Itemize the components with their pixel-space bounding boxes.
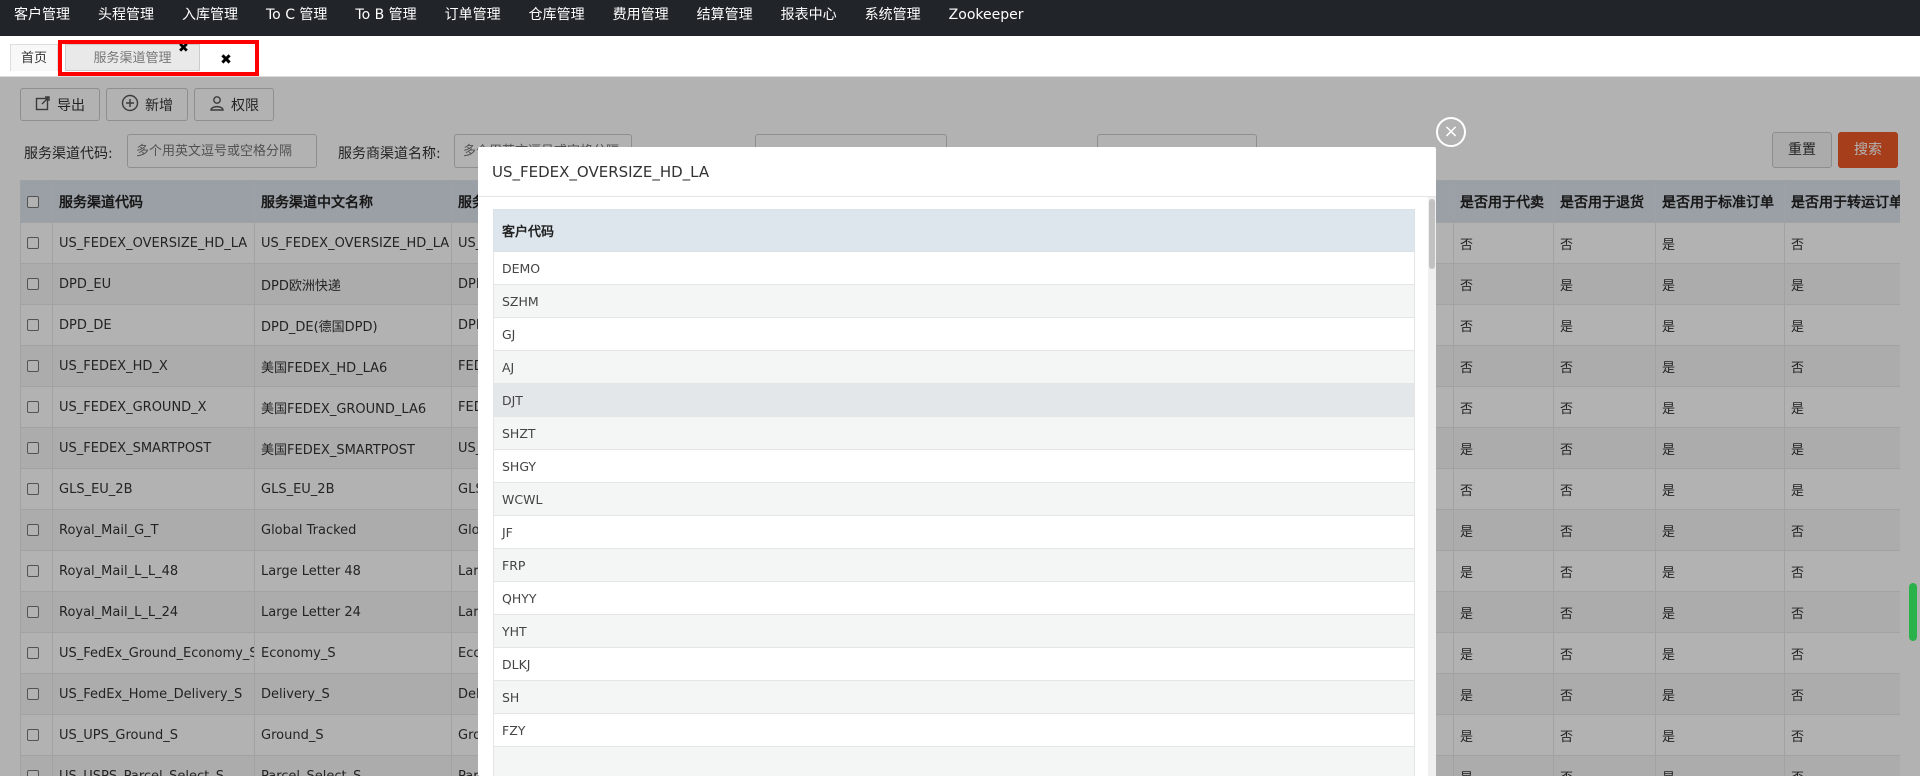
customer-code-cell: FRP <box>493 548 1415 582</box>
top-nav: 客户管理 头程管理 入库管理 To C 管理 To B 管理 订单管理 仓库管理 费用管理 结算… <box>0 0 1920 36</box>
customer-row[interactable]: GJ <box>493 317 1415 351</box>
customer-code-cell: QHYY <box>493 581 1415 615</box>
customer-row[interactable]: SZHM <box>493 284 1415 318</box>
nav-item[interactable]: 结算管理 <box>683 0 767 36</box>
customer-code-cell: SZHM <box>493 284 1415 318</box>
customer-row[interactable]: DJT <box>493 383 1415 417</box>
nav-item[interactable]: 订单管理 <box>431 0 515 36</box>
customer-row[interactable]: QHYY <box>493 581 1415 615</box>
customer-table: 客户代码 DEMO SZHM GJ AJ DJT SHZT SHGY WCWL JF FRP QHY… <box>493 209 1415 776</box>
nav-item[interactable]: Zookeeper <box>935 0 1038 36</box>
close-all-tabs-icon[interactable]: ✖ <box>208 48 244 72</box>
customer-row[interactable]: SHZT <box>493 416 1415 450</box>
customer-row[interactable]: YHT <box>493 614 1415 648</box>
customer-code-cell: JF <box>493 515 1415 549</box>
customer-code-cell: WCWL <box>493 482 1415 516</box>
customer-code-cell: DLKJ <box>493 647 1415 681</box>
customer-code-cell: AJ <box>493 350 1415 384</box>
tab-home[interactable]: 首页 <box>10 44 59 71</box>
customer-code-cell: SH <box>493 680 1415 714</box>
customer-row[interactable]: FZY <box>493 713 1415 747</box>
customer-code-cell: YHT <box>493 614 1415 648</box>
nav-item[interactable]: 费用管理 <box>599 0 683 36</box>
nav-item[interactable]: To C 管理 <box>252 0 341 36</box>
modal-table-wrap: 客户代码 DEMO SZHM GJ AJ DJT SHZT SHGY WCWL JF FRP QHY… <box>493 209 1415 776</box>
modal-title: US_FEDEX_OVERSIZE_HD_LA <box>478 147 1436 197</box>
modal-scrollbar[interactable] <box>1428 197 1436 776</box>
modal-scroll-thumb[interactable] <box>1429 199 1435 269</box>
customer-code-cell: DEMO <box>493 251 1415 285</box>
customer-row[interactable]: SH <box>493 680 1415 714</box>
customer-code-cell: FZY <box>493 713 1415 747</box>
customer-row[interactable]: DEMO <box>493 251 1415 285</box>
customer-row[interactable]: WCWL <box>493 482 1415 516</box>
customer-code-cell <box>493 746 1415 776</box>
customer-code-cell: SHGY <box>493 449 1415 483</box>
customer-row[interactable]: FRP <box>493 548 1415 582</box>
nav-item[interactable]: 入库管理 <box>168 0 252 36</box>
nav-item[interactable]: 头程管理 <box>84 0 168 36</box>
customer-code-cell: GJ <box>493 317 1415 351</box>
customer-row[interactable]: AJ <box>493 350 1415 384</box>
nav-item[interactable]: To B 管理 <box>341 0 430 36</box>
customer-row[interactable] <box>493 746 1415 776</box>
nav-item[interactable]: 系统管理 <box>851 0 935 36</box>
customer-modal: US_FEDEX_OVERSIZE_HD_LA 客户代码 DEMO SZHM GJ A… <box>478 147 1436 776</box>
customer-row[interactable]: DLKJ <box>493 647 1415 681</box>
customer-row[interactable]: JF <box>493 515 1415 549</box>
nav-item[interactable]: 报表中心 <box>767 0 851 36</box>
tab-close-icon[interactable]: ✖ <box>178 41 189 56</box>
customer-code-header: 客户代码 <box>493 209 1415 252</box>
tab-bar: 首页 服务渠道管理 ✖ ✖ <box>0 36 1920 77</box>
nav-item[interactable]: 客户管理 <box>0 0 84 36</box>
page-scroll-thumb[interactable] <box>1909 583 1917 641</box>
nav-item[interactable]: 仓库管理 <box>515 0 599 36</box>
modal-close-icon[interactable]: × <box>1436 117 1466 147</box>
customer-code-cell: SHZT <box>493 416 1415 450</box>
customer-row[interactable]: SHGY <box>493 449 1415 483</box>
customer-code-cell: DJT <box>493 383 1415 417</box>
